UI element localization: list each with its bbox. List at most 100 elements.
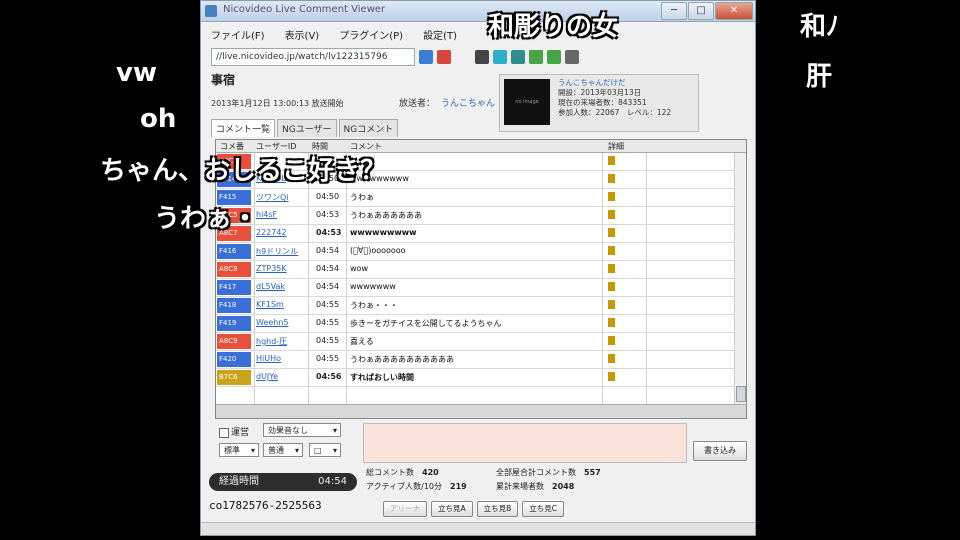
active-value: 219 [450,482,467,491]
menu-file[interactable]: ファイル(F) [211,27,265,43]
user-id-link[interactable]: KF1Sm [256,300,300,309]
stream-title: 事宿 [211,73,236,87]
title-bar[interactable]: Nicovideo Live Comment Viewer ─ □ ✕ [201,1,755,22]
table-row[interactable]: B7C6 dUJYe 04:56 すればおしい時間 [216,369,734,387]
anchor-checkbox[interactable]: 運営 [219,425,249,438]
comment-text: wwwwwww [350,282,396,291]
user-id-link[interactable]: 222742 [256,228,300,237]
comment-text: 歩きーをガチイスを公開してるようちゃん [350,319,502,328]
standing-b-button[interactable]: 立ち見B [476,501,519,517]
horizontal-scrollbar[interactable] [216,404,746,418]
flag-icon[interactable] [608,354,615,363]
user-id-link[interactable]: dUJYe [256,372,300,381]
comment-input[interactable] [363,423,687,463]
comment-time: 04:53 [316,210,340,219]
overlay-comment: 和彫りの女 [488,12,619,42]
flag-icon[interactable] [608,336,615,345]
pin-icon[interactable] [565,50,579,64]
maximize-button[interactable]: □ [688,2,714,20]
tab-ng-users[interactable]: NGユーザー [277,119,337,137]
connect-icon[interactable] [419,50,433,64]
table-row[interactable]: A8C7 222742 04:53 wwwwwwwww [216,225,734,243]
table-row[interactable]: F416 h9ドリンル 04:54 (ﾟ∀ﾟ)ooooooo [216,243,734,261]
comment-rows: A8C1 F414 Kde60L 04:50 wwwwwwwww F415 ツワンQi 04:… [216,153,734,387]
table-row[interactable]: F415 ツワンQi 04:50 うわぁ [216,189,734,207]
column-header-detail[interactable]: 詳細 [608,141,624,152]
flag-icon[interactable] [608,372,615,381]
menu-plugin[interactable]: プラグイン(P) [339,27,403,43]
user-id-link[interactable]: hi4sF [256,210,300,219]
minimize-button[interactable]: ─ [661,2,687,20]
active-label: アクティブ人数/10分 [366,482,442,491]
tab-comment-list[interactable]: コメント一覧 [211,119,276,137]
menu-bar: ファイル(F) 表示(V) プラグイン(P) 設定(T) [211,27,457,43]
user-id-link[interactable]: dL5Vak [256,282,300,291]
flag-icon[interactable] [608,282,615,291]
table-row[interactable]: A8C5 hi4sF 04:53 うわぁああああああ [216,207,734,225]
community-panel: no image うんこちゃんだけだ 開設：2013年03月13日 現在の来場者… [499,74,699,132]
flag-icon[interactable] [608,246,615,255]
community-thumbnail: no image [504,79,550,125]
comment-time: 04:55 [316,354,340,363]
table-row[interactable]: F418 KF1Sm 04:55 うわぁ・・・ [216,297,734,315]
save-icon[interactable] [529,50,543,64]
scroll-thumb[interactable] [736,386,746,402]
community-name[interactable]: うんこちゃんだけだ [558,78,671,88]
close-button[interactable]: ✕ [715,2,753,20]
user-id-link[interactable]: ツワンQi [256,192,300,203]
overlay-comment: うわぁ・ [154,204,259,234]
flag-icon[interactable] [608,318,615,327]
size-select[interactable]: 標準 [219,443,259,458]
user-id-link[interactable]: HiUHo [256,354,300,363]
url-toolbar: //live.nicovideo.jp/watch/lv122315796 [211,47,579,67]
grid-icon[interactable] [475,50,489,64]
user-id-link[interactable]: Weehn5 [256,318,300,327]
flag-icon[interactable] [608,174,615,183]
flag-icon[interactable] [608,264,615,273]
comment-time: 04:54 [316,264,340,273]
menu-settings[interactable]: 設定(T) [423,27,457,43]
table-row[interactable]: F420 HiUHo 04:55 うわぁああああああああああ [216,351,734,369]
export-icon[interactable] [547,50,561,64]
stream-start-time: 2013年1月12日 13:00:13 放送開始 [211,99,344,108]
standing-c-button[interactable]: 立ち見C [522,501,565,517]
table-row[interactable]: A8C8 ZTP35K 04:54 wow [216,261,734,279]
vertical-scrollbar[interactable] [734,153,746,404]
tab-ng-comments[interactable]: NGコメント [338,119,399,137]
position-select[interactable]: 普通 [263,443,303,458]
color-select[interactable]: □ [309,443,341,458]
community-info-line: 参加人数：22067 [558,108,620,117]
comment-text: wwwwwwwww [350,228,417,237]
stream-info: 事宿 2013年1月12日 13:00:13 放送開始 [211,71,344,109]
flag-icon[interactable] [608,192,615,201]
arena-button[interactable]: アリーナ [383,501,427,517]
url-input[interactable]: //live.nicovideo.jp/watch/lv122315796 [211,48,415,66]
table-row[interactable]: A8C9 hghd-圧 04:55 喜える [216,333,734,351]
comment-number: B7C6 [217,370,251,385]
broadcaster-name[interactable]: うんこちゃん [441,99,495,109]
flag-icon[interactable] [608,300,615,309]
sound-select[interactable]: 効果音なし [263,423,341,438]
overlay-comment: 和ﾉ [800,12,840,42]
overlay-comment: oh [140,104,177,134]
flag-icon[interactable] [608,210,615,219]
window-title: Nicovideo Live Comment Viewer [223,4,386,15]
user-id-link[interactable]: h9ドリンル [256,246,300,257]
comment-text: うわぁ [350,193,374,202]
app-icon [205,5,217,17]
community-id: co1782576-2525563 [209,499,322,512]
flag-icon[interactable] [608,228,615,237]
table-row[interactable]: F417 dL5Vak 04:54 wwwwwww [216,279,734,297]
user-id-link[interactable]: ZTP35K [256,264,300,273]
user-id-link[interactable]: hghd-圧 [256,336,300,347]
flag-icon[interactable] [608,156,615,165]
disconnect-icon[interactable] [437,50,451,64]
list-icon[interactable] [511,50,525,64]
submit-comment-button[interactable]: 書き込み [693,441,747,461]
standing-a-button[interactable]: 立ち見A [431,501,473,517]
comment-number: F418 [217,298,251,313]
table-row[interactable]: F419 Weehn5 04:55 歩きーをガチイスを公開してるようちゃん [216,315,734,333]
refresh-icon[interactable] [493,50,507,64]
menu-view[interactable]: 表示(V) [285,27,320,43]
comment-viewer-window: Nicovideo Live Comment Viewer ─ □ ✕ ファイル… [200,0,756,536]
